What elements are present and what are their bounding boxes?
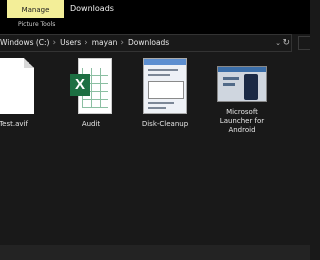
- file-item[interactable]: Microsoft Launcher for Android: [211, 58, 273, 135]
- breadcrumb-item-downloads[interactable]: Downloads: [128, 38, 169, 47]
- breadcrumb[interactable]: Windows (C:) › Users › mayan › Downloads ⌄ ↻: [0, 34, 292, 52]
- picture-tools-label: Picture Tools: [18, 21, 56, 28]
- file-name: A Test.avif: [0, 120, 28, 128]
- search-box[interactable]: [298, 36, 310, 50]
- image-thumbnail: [217, 66, 267, 102]
- chevron-down-icon[interactable]: ⌄: [275, 35, 281, 51]
- excel-file-icon: X: [68, 58, 114, 114]
- file-item[interactable]: Disk-Cleanup: [135, 58, 195, 129]
- breadcrumb-item-drive[interactable]: Windows (C:): [0, 38, 49, 47]
- file-name: Microsoft Launcher for Android: [219, 108, 265, 134]
- manage-tab[interactable]: Manage: [7, 0, 64, 18]
- file-item[interactable]: A Test.avif: [0, 58, 40, 129]
- breadcrumb-separator-icon: ›: [120, 38, 125, 48]
- breadcrumb-item-mayan[interactable]: mayan: [92, 38, 118, 47]
- file-item[interactable]: X Audit: [61, 58, 121, 129]
- ribbon: Manage Picture Tools Downloads: [0, 0, 310, 34]
- file-name: Audit: [81, 120, 101, 128]
- breadcrumb-item-users[interactable]: Users: [60, 38, 81, 47]
- breadcrumb-separator-icon: ›: [84, 38, 88, 48]
- file-name: Disk-Cleanup: [141, 120, 189, 128]
- window-title-downloads: Downloads: [70, 4, 114, 13]
- refresh-icon[interactable]: ↻: [282, 35, 290, 51]
- address-bar[interactable]: Windows (C:) › Users › mayan › Downloads ⌄ ↻: [0, 34, 310, 52]
- generic-file-icon: [0, 58, 34, 114]
- breadcrumb-separator-icon: ›: [52, 38, 57, 48]
- file-list: A Test.avif X Audit Disk-Cleanup Microso…: [0, 52, 310, 245]
- status-bar: [0, 245, 310, 260]
- image-thumbnail: [143, 58, 187, 114]
